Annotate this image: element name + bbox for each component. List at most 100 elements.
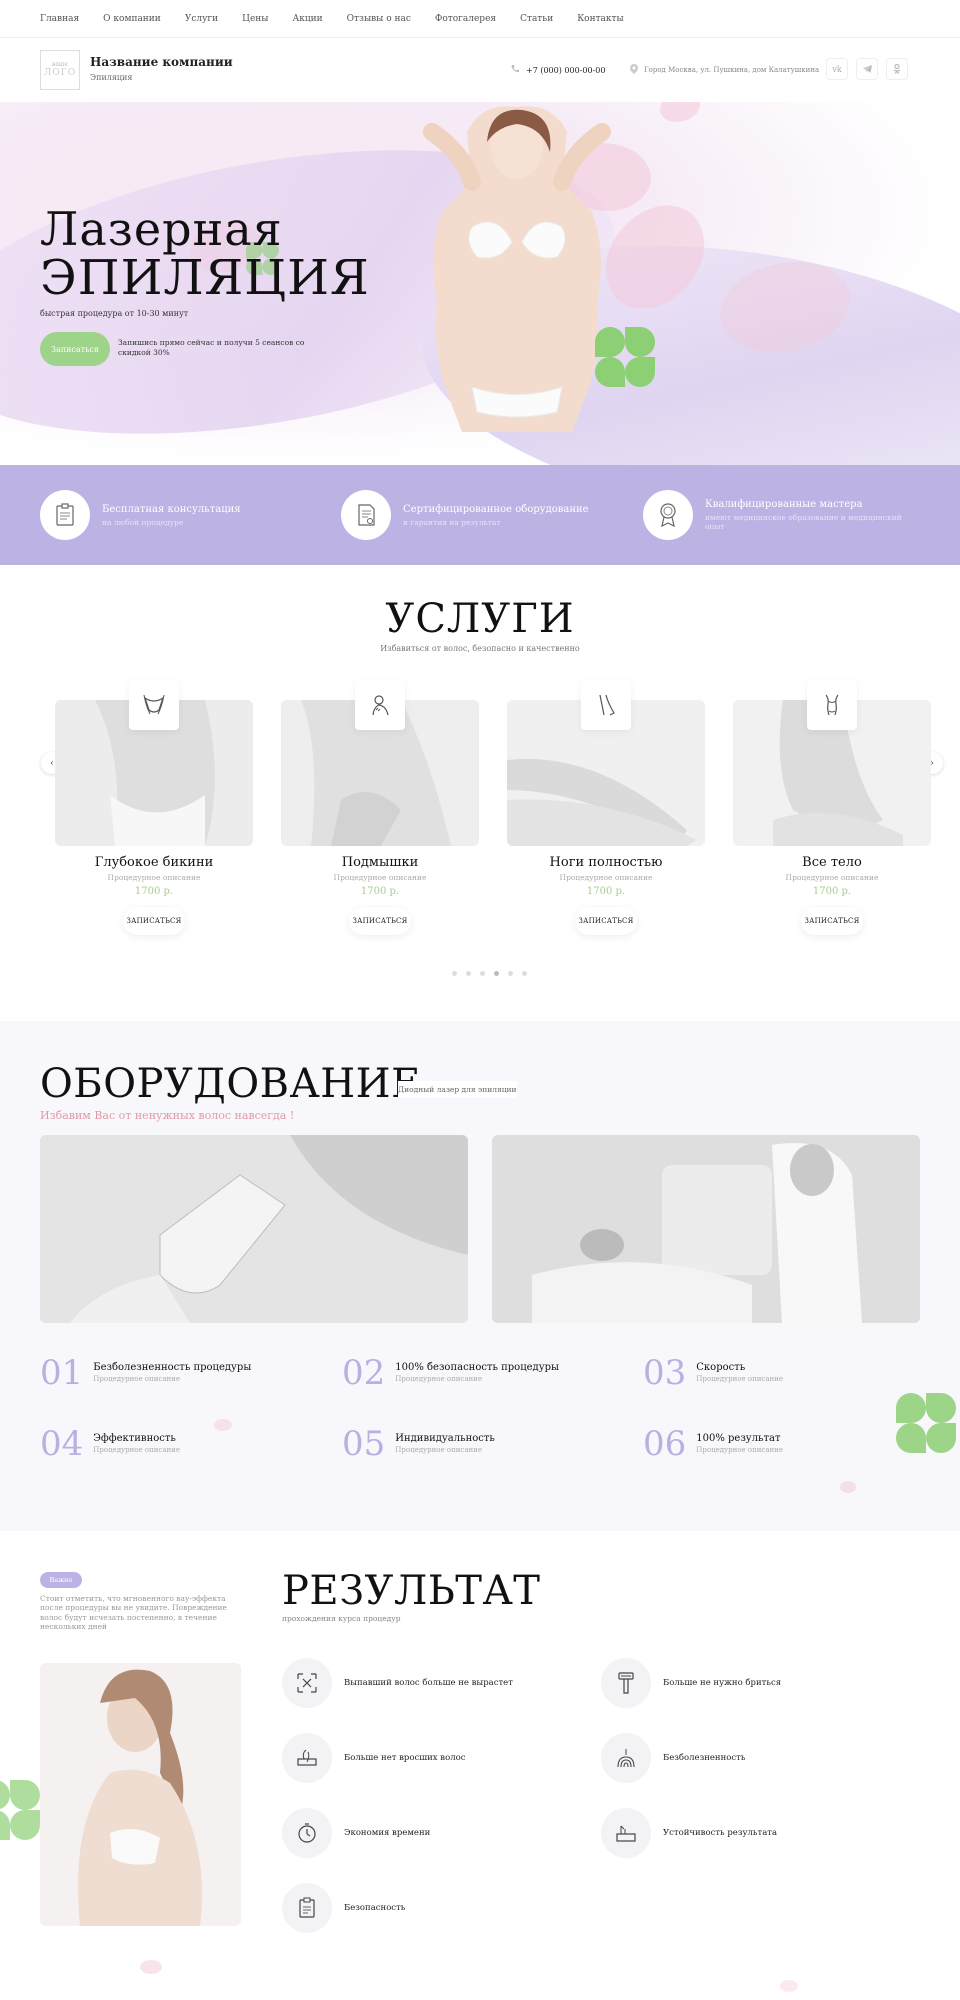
service-signup-button[interactable]: ЗАПИСАТЬСЯ (349, 907, 411, 935)
service-card[interactable]: Все тело Процедурное описание 1700 р. ЗА… (733, 680, 931, 935)
service-price: 1700 р. (134, 886, 174, 897)
company-subtitle: Эпиляция (90, 73, 133, 82)
service-price: 1700 р. (360, 886, 400, 897)
logo[interactable]: ваше ЛОГО (40, 50, 80, 90)
equipment-photo-procedure (492, 1135, 920, 1323)
phone-number: +7 (000) 000-00-00 (526, 65, 606, 75)
advantage-item: 03 Скорость Процедурное описание (643, 1356, 783, 1390)
hair-removal-icon (282, 1658, 332, 1708)
hero-section: Лазерная ЭПИЛЯЦИЯ быстрая процедура от 1… (0, 102, 960, 465)
services-title: УСЛУГИ (385, 596, 575, 642)
result-item: Безболезненность (601, 1733, 745, 1783)
service-name: Глубокое бикини (94, 855, 214, 870)
hero-title-line1: Лазерная (40, 202, 283, 256)
advantage-number: 03 (643, 1353, 687, 1393)
carousel-dot[interactable] (522, 971, 527, 976)
features-band: Бесплатная консультация на любой процеду… (0, 465, 960, 565)
signup-button[interactable]: Записаться (40, 332, 110, 366)
site-header: ваше ЛОГО Название компании Эпиляция +7 … (0, 38, 960, 102)
body-icon (807, 680, 857, 730)
advantage-title: Безболезненность процедуры (93, 1362, 252, 1373)
ingrown-hair-icon (282, 1733, 332, 1783)
carousel-dot[interactable] (466, 971, 471, 976)
advantage-subtitle: Процедурное описание (696, 1446, 783, 1454)
service-signup-button[interactable]: ЗАПИСАТЬСЯ (801, 907, 863, 935)
carousel-dot[interactable] (452, 971, 457, 976)
service-card[interactable]: Глубокое бикини Процедурное описание 170… (55, 680, 253, 935)
advantage-number: 06 (643, 1424, 687, 1464)
nav-prices[interactable]: Цены (242, 14, 268, 24)
advantage-number: 05 (342, 1424, 386, 1464)
bikini-icon (129, 680, 179, 730)
service-description: Процедурное описание (559, 873, 653, 882)
company-name: Название компании (90, 55, 233, 69)
timer-icon (282, 1808, 332, 1858)
equipment-section: ОБОРУДОВАНИЕ Диодный лазер для эпиляции … (0, 1021, 960, 1531)
result-text: Больше не нужно бриться (663, 1678, 782, 1688)
service-card[interactable]: Подмышки Процедурное описание 1700 р. ЗА… (281, 680, 479, 935)
safety-doc-icon (282, 1883, 332, 1933)
nav-services[interactable]: Услуги (185, 14, 218, 24)
address: Город Москва, ул. Пушкина, дом Калатушки… (630, 64, 819, 76)
advantage-title: 100% результат (696, 1433, 781, 1444)
advantage-subtitle: Процедурное описание (696, 1375, 783, 1383)
advantage-title: Скорость (696, 1362, 746, 1373)
feature-title: Квалифицированные мастера (705, 499, 863, 510)
result-item: Больше не нужно бриться (601, 1658, 781, 1708)
advantage-item: 02 100% безопасность процедуры Процедурно… (342, 1356, 559, 1390)
result-text: Экономия времени (344, 1828, 431, 1838)
equipment-subtitle: Избавим Вас от ненужных волос навсегда ! (40, 1109, 295, 1122)
nav-gallery[interactable]: Фотогалерея (435, 14, 496, 24)
result-subtitle: прохождения курса процедур (282, 1614, 401, 1623)
advantage-item: 06 100% результат Процедурное описание (643, 1427, 783, 1461)
carousel-dot[interactable] (480, 971, 485, 976)
result-title: РЕЗУЛЬТАТ (282, 1568, 541, 1614)
feature-title: Бесплатная консультация (102, 503, 241, 515)
feature-title: Сертифицированное оборудование (403, 503, 589, 515)
result-text: Больше нет вросших волос (344, 1753, 466, 1763)
equipment-tag: Диодный лазер для эпиляции (398, 1081, 517, 1098)
phone-icon (510, 64, 520, 76)
service-name: Все тело (802, 855, 862, 870)
service-card[interactable]: Ноги полностью Процедурное описание 1700… (507, 680, 705, 935)
advantage-subtitle: Процедурное описание (395, 1446, 482, 1454)
vk-icon[interactable]: vk (826, 58, 848, 80)
hero-subtitle: быстрая процедура от 10-30 минут (40, 309, 189, 318)
advantage-item: 05 Индивидуальность Процедурное описание (342, 1427, 495, 1461)
nav-home[interactable]: Главная (40, 14, 79, 24)
service-signup-button[interactable]: ЗАПИСАТЬСЯ (123, 907, 185, 935)
odnoklassniki-icon[interactable] (886, 58, 908, 80)
feature-subtitle: имеют медицинское образование и медицинс… (705, 513, 902, 531)
nav-promotions[interactable]: Акции (292, 14, 322, 24)
feature-subtitle: и гарантия на результат (403, 517, 501, 527)
service-signup-button[interactable]: ЗАПИСАТЬСЯ (575, 907, 637, 935)
carousel-dot[interactable] (508, 971, 513, 976)
nav-articles[interactable]: Статьи (520, 14, 553, 24)
nav-reviews[interactable]: Отзывы о нас (347, 14, 411, 24)
razor-icon (601, 1658, 651, 1708)
petal-decoration (140, 1960, 162, 1974)
result-text: Безболезненность (663, 1753, 746, 1763)
feature-free-consultation: Бесплатная консультация на любой процеду… (40, 490, 241, 540)
painless-icon (601, 1733, 651, 1783)
carousel-dot-active[interactable] (494, 971, 499, 976)
feature-certified-equipment: Сертифицированное оборудование и гаранти… (341, 490, 589, 540)
nav-contacts[interactable]: Контакты (577, 14, 624, 24)
advantage-subtitle: Процедурное описание (93, 1375, 180, 1383)
service-name: Подмышки (341, 855, 419, 870)
result-item: Экономия времени (282, 1808, 430, 1858)
phone[interactable]: +7 (000) 000-00-00 (510, 64, 605, 76)
service-name: Ноги полностью (549, 855, 663, 870)
equipment-photo-laser (40, 1135, 468, 1323)
result-text: Устойчивость результата (663, 1828, 778, 1838)
feature-qualified-masters: Квалифицированные мастера имеют медицинс… (643, 490, 905, 540)
service-description: Процедурное описание (107, 873, 201, 882)
equipment-title: ОБОРУДОВАНИЕ (40, 1061, 421, 1107)
result-item: Безопасность (282, 1883, 405, 1933)
petal-decoration (780, 1980, 798, 1992)
telegram-icon[interactable] (856, 58, 878, 80)
advantage-title: 100% безопасность процедуры (395, 1362, 559, 1373)
legs-icon (581, 680, 631, 730)
petal-decoration (660, 102, 700, 122)
nav-about[interactable]: О компании (103, 14, 161, 24)
